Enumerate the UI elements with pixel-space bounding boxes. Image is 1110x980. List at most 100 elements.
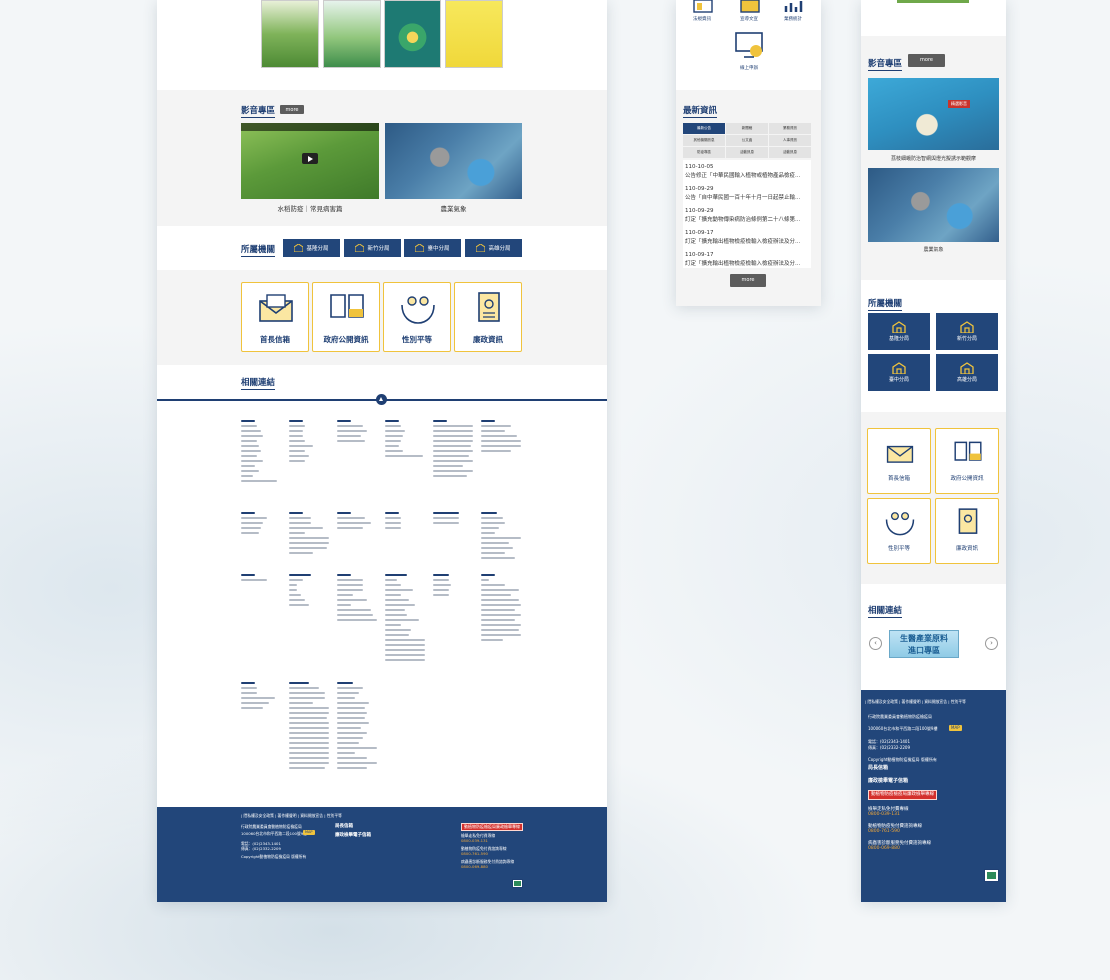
link-group[interactable] <box>385 420 427 460</box>
link-group[interactable] <box>289 574 331 609</box>
news-tab[interactable]: 活動訊息 <box>769 147 811 158</box>
link-group[interactable] <box>385 512 427 532</box>
news-date: 110-10-05 <box>685 164 714 170</box>
link-group[interactable] <box>481 574 523 644</box>
quick-icon[interactable]: 業務統計 <box>776 0 810 24</box>
agency-button[interactable]: 基隆分局 <box>868 313 930 350</box>
integrity-mail-link[interactable]: 廉政檢舉電子信箱 <box>335 832 371 838</box>
section-title: 影音專區 <box>868 59 903 71</box>
more-button[interactable]: more <box>908 54 945 67</box>
people-hands-icon <box>401 296 435 324</box>
publication-cover[interactable] <box>384 0 441 68</box>
map-button[interactable]: MAP <box>303 830 315 835</box>
news-tab[interactable]: 新聞稿 <box>726 123 768 134</box>
section-title: 所屬機關 <box>241 245 276 257</box>
link-group[interactable] <box>481 512 523 562</box>
link-group[interactable] <box>337 420 379 445</box>
envelope-icon <box>259 294 293 322</box>
agency-label: 新竹分局 <box>367 246 390 252</box>
service-card-integrity[interactable]: 廉政資訊 <box>935 498 999 564</box>
news-tab[interactable]: 活動訊息 <box>726 147 768 158</box>
integrity-hotline-banner[interactable]: 動植物防疫檢疫局廉政檢舉專線 <box>868 790 937 800</box>
agency-button[interactable]: 高雄分局 <box>465 239 522 257</box>
chief-mail-link[interactable]: 局長信箱 <box>868 764 888 771</box>
news-tab-active[interactable]: 最新公告 <box>683 123 725 134</box>
service-card-open-info[interactable]: 政府公開資訊 <box>935 428 999 494</box>
service-label: 性別平等 <box>887 546 910 552</box>
quick-icon[interactable]: 線上申辦 <box>732 31 766 73</box>
link-group[interactable] <box>337 682 379 772</box>
footer-nav[interactable]: | 隱私權及安全政策 | 著作權聲明 | 資料開放宣告 | 性別平等 <box>865 699 966 705</box>
integrity-hotline-banner[interactable]: 動植物防疫檢疫局廉政檢舉專線 <box>461 823 523 831</box>
accessibility-badge-icon[interactable] <box>512 879 523 888</box>
bar-chart-icon <box>784 1 803 12</box>
service-card-mailbox[interactable]: 首長信箱 <box>241 282 309 352</box>
news-item[interactable]: 訂定「擴充輸出植物檢疫檢輸入檢疫辦法及分... <box>685 259 813 267</box>
link-group[interactable] <box>385 574 427 664</box>
carousel-next-icon[interactable]: › <box>985 637 998 650</box>
more-button[interactable]: more <box>730 274 766 287</box>
agency-button[interactable]: 高雄分局 <box>936 354 998 391</box>
link-group[interactable] <box>241 682 283 712</box>
quick-icon[interactable]: 法規資訊 <box>685 0 719 24</box>
chief-mail-link[interactable]: 局長信箱 <box>335 823 353 829</box>
link-group[interactable] <box>241 512 283 537</box>
video-caption[interactable]: 農業氣象 <box>385 203 522 213</box>
link-group[interactable] <box>289 682 331 772</box>
agency-button[interactable]: 新竹分局 <box>344 239 401 257</box>
link-group[interactable] <box>289 512 331 557</box>
service-card-gender[interactable]: 性別平等 <box>383 282 451 352</box>
service-card-open-info[interactable]: 政府公開資訊 <box>312 282 380 352</box>
link-group[interactable] <box>241 420 283 485</box>
service-label: 政府公開資訊 <box>950 476 984 482</box>
integrity-mail-link[interactable]: 廉政檢舉電子信箱 <box>868 777 908 784</box>
video-caption[interactable]: 水稻防疫｜常見病害篇 <box>241 203 379 213</box>
quick-icon[interactable]: 宣導文宣 <box>732 0 766 24</box>
news-tab[interactable]: 防疫專區 <box>683 147 725 158</box>
video-caption[interactable]: 荔枝細蛾防治智網與燈光擬誘示範觀摩 <box>868 155 999 162</box>
hotline-number: 0800-761-590 <box>461 851 488 856</box>
publication-cover[interactable] <box>261 0 319 68</box>
link-group[interactable] <box>337 574 379 624</box>
link-group[interactable] <box>433 512 475 527</box>
publication-cover[interactable] <box>445 0 503 68</box>
service-card-mailbox[interactable]: 首長信箱 <box>867 428 931 494</box>
carousel-prev-icon[interactable]: ‹ <box>869 637 882 650</box>
news-date: 110-09-17 <box>685 230 714 236</box>
agency-button[interactable]: 臺中分局 <box>868 354 930 391</box>
link-group[interactable] <box>289 420 331 465</box>
service-label: 首長信箱 <box>260 335 290 344</box>
news-item[interactable]: 訂定「擴充輸出植物檢疫檢輸入檢疫辦法及分... <box>685 237 813 245</box>
video-thumbnail[interactable] <box>868 168 999 242</box>
publication-cover[interactable] <box>323 0 381 68</box>
link-group[interactable] <box>433 574 475 599</box>
video-caption[interactable]: 農業氣象 <box>868 246 999 253</box>
video-thumbnail[interactable] <box>241 123 379 199</box>
link-group[interactable] <box>481 420 523 455</box>
video-thumbnail[interactable] <box>385 123 522 199</box>
news-item[interactable]: 訂定「擴充動物傳染病防治條例第二十八條第... <box>685 215 813 223</box>
collapse-toggle-icon[interactable] <box>376 394 387 405</box>
service-card-integrity[interactable]: 廉政資訊 <box>454 282 522 352</box>
service-card-gender[interactable]: 性別平等 <box>867 498 931 564</box>
map-button[interactable]: MAP <box>949 725 962 731</box>
news-item[interactable]: 公告「自中華民國一百十年十月一日起禁止輸... <box>685 193 813 201</box>
link-group[interactable] <box>241 574 283 584</box>
related-link-banner[interactable]: 生醫產業原料 進口專區 <box>889 630 959 658</box>
footer-nav[interactable]: | 隱私權及安全政策 | 著作權聲明 | 資料開放宣告 | 性別平等 <box>241 813 342 819</box>
computer-icon <box>735 32 763 58</box>
news-tab[interactable]: 人事資訊 <box>769 135 811 146</box>
accessibility-badge-icon[interactable] <box>984 869 999 882</box>
link-group[interactable] <box>337 512 379 532</box>
video-thumbnail[interactable]: 精選影音 <box>868 78 999 150</box>
news-item[interactable]: 公告修正「中華民國輸入植物或植物產品檢疫... <box>685 171 813 179</box>
more-button[interactable]: more <box>280 105 304 114</box>
news-tab[interactable]: 業務資訊 <box>769 123 811 134</box>
agency-button[interactable]: 基隆分局 <box>283 239 340 257</box>
link-group[interactable] <box>433 420 475 480</box>
news-tab[interactable]: 其他機關訊息 <box>683 135 725 146</box>
agency-button[interactable]: 新竹分局 <box>936 313 998 350</box>
news-tab[interactable]: 公文函 <box>726 135 768 146</box>
agency-button[interactable]: 臺中分局 <box>404 239 461 257</box>
site-footer: | 隱私權及安全政策 | 著作權聲明 | 資料開放宣告 | 性別平等 行政院農業… <box>157 807 607 902</box>
